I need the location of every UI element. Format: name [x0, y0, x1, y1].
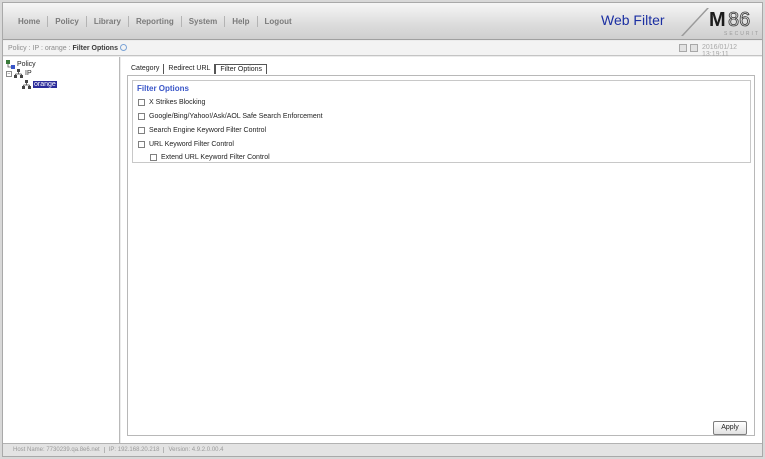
tree-node-ip[interactable]: − IP: [6, 69, 32, 78]
main-content: Category Redirect URL Filter Options Fil…: [121, 57, 762, 443]
menu-system[interactable]: System: [182, 17, 224, 26]
option-label: Search Engine Keyword Filter Control: [149, 127, 267, 134]
toolbar-icons: [679, 44, 698, 52]
option-label: Google/Bing/Yahoo!/Ask/AOL Safe Search E…: [149, 113, 323, 120]
menu-home[interactable]: Home: [11, 17, 47, 26]
policy-tabs: Category Redirect URL Filter Options: [127, 64, 268, 74]
tree-node-orange[interactable]: orange: [22, 80, 57, 89]
option-x-strikes-blocking[interactable]: X Strikes Blocking: [138, 99, 205, 106]
breadcrumb-bar: Policy : IP : orange : Filter Options 20…: [3, 41, 762, 58]
policy-tree-icon: [6, 60, 15, 69]
breadcrumb-path: Policy : IP : orange :: [8, 45, 73, 52]
option-url-keyword[interactable]: URL Keyword Filter Control: [138, 141, 234, 148]
collapse-icon[interactable]: −: [6, 70, 12, 77]
tab-redirect-url[interactable]: Redirect URL: [164, 64, 216, 74]
option-label: Extend URL Keyword Filter Control: [161, 154, 270, 161]
tab-panel: Filter Options X Strikes Blocking Google…: [127, 75, 755, 436]
app-window: Home Policy Library Reporting System Hel…: [2, 2, 763, 457]
tree-node-policy[interactable]: Policy: [6, 60, 36, 69]
main-menu: Home Policy Library Reporting System Hel…: [11, 16, 299, 27]
status-version: Version: 4.9.2.0.00.4: [168, 447, 224, 453]
menu-policy[interactable]: Policy: [48, 17, 86, 26]
breadcrumb-current: Filter Options: [72, 45, 118, 52]
filter-options-title: Filter Options: [137, 84, 189, 93]
menu-library[interactable]: Library: [87, 17, 128, 26]
print-icon[interactable]: [679, 44, 687, 52]
tree-node-orange-label: orange: [33, 81, 57, 88]
menu-logout[interactable]: Logout: [258, 17, 299, 26]
filter-options-group: Filter Options X Strikes Blocking Google…: [132, 80, 751, 163]
tree-node-ip-label: IP: [25, 70, 32, 77]
status-host: Host Name: 7730239.qa.8e6.net: [9, 447, 105, 453]
status-bar: Host Name: 7730239.qa.8e6.net IP: 192.16…: [3, 443, 762, 456]
m86-security-logo: M 86 SECURITY: [681, 8, 759, 37]
policy-tree-panel: Policy − IP orange: [3, 57, 120, 443]
product-name: Web Filter: [601, 12, 665, 28]
option-safe-search[interactable]: Google/Bing/Yahoo!/Ask/AOL Safe Search E…: [138, 113, 323, 120]
search-engine-keyword-checkbox[interactable]: [138, 127, 145, 134]
svg-text:SECURITY: SECURITY: [724, 31, 759, 37]
network-icon: [14, 69, 23, 78]
svg-text:86: 86: [728, 9, 750, 31]
server-clock: 2016/01/12 13:19:11: [702, 44, 738, 58]
tree-node-policy-label: Policy: [17, 61, 36, 68]
x-strikes-checkbox[interactable]: [138, 99, 145, 106]
option-extend-url-keyword[interactable]: Extend URL Keyword Filter Control: [150, 154, 270, 161]
extend-url-keyword-checkbox[interactable]: [150, 154, 157, 161]
svg-text:M: M: [709, 9, 726, 31]
network-icon: [22, 80, 31, 89]
top-bar: Home Policy Library Reporting System Hel…: [3, 3, 762, 40]
help-icon[interactable]: [119, 44, 127, 51]
option-label: URL Keyword Filter Control: [149, 141, 234, 148]
menu-help[interactable]: Help: [225, 17, 256, 26]
breadcrumb: Policy : IP : orange : Filter Options: [8, 44, 127, 52]
menu-reporting[interactable]: Reporting: [129, 17, 181, 26]
option-search-engine-keyword[interactable]: Search Engine Keyword Filter Control: [138, 127, 266, 134]
option-label: X Strikes Blocking: [149, 99, 206, 106]
url-keyword-checkbox[interactable]: [138, 141, 145, 148]
tab-filter-options[interactable]: Filter Options: [215, 64, 268, 74]
safe-search-checkbox[interactable]: [138, 113, 145, 120]
tab-category[interactable]: Category: [127, 64, 165, 74]
status-ip: IP: 192.168.20.218: [105, 447, 165, 453]
apply-button[interactable]: Apply: [713, 421, 747, 435]
notes-icon[interactable]: [690, 44, 698, 52]
